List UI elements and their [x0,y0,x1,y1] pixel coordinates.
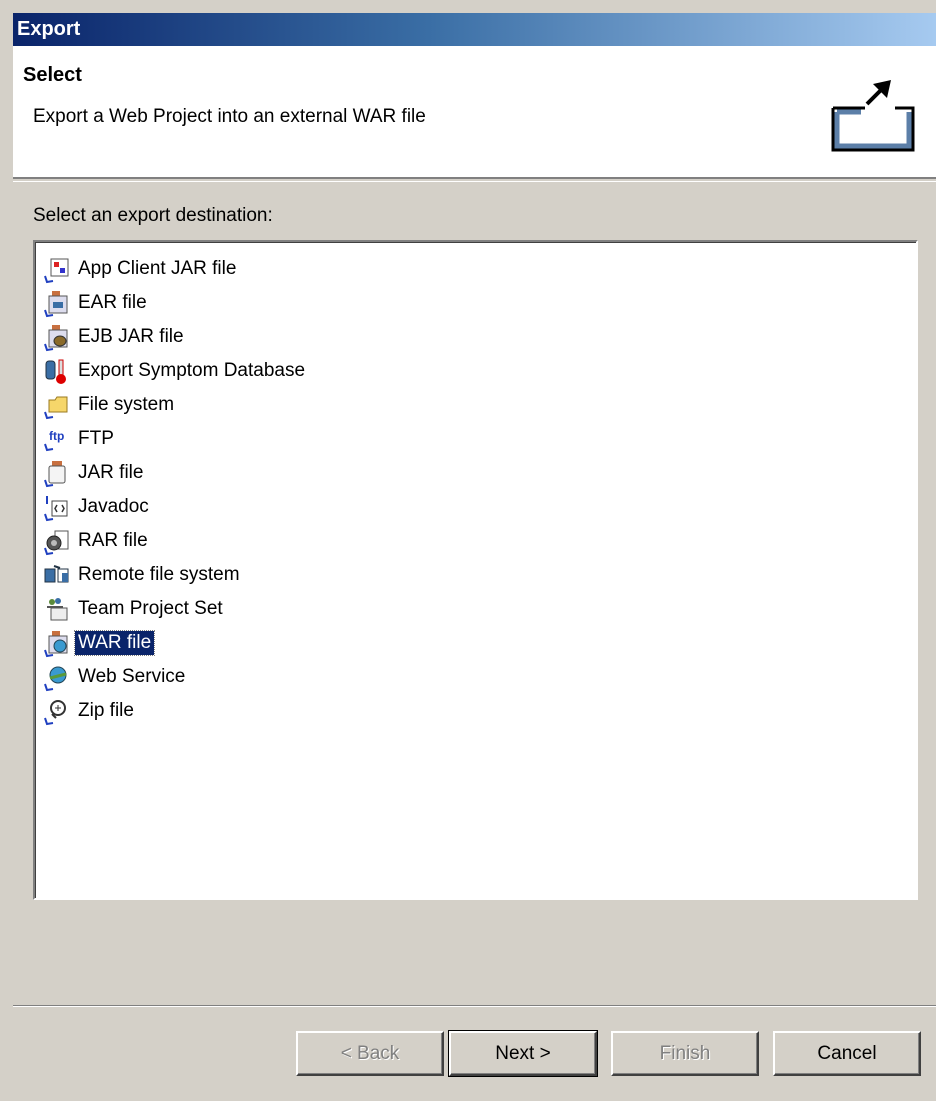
list-item-label: Export Symptom Database [78,360,306,381]
list-item-label: WAR file [73,630,156,656]
list-item-jar-file[interactable]: JAR file [41,456,308,490]
list-item-ejb-jar[interactable]: EJB JAR file [41,320,308,354]
list-item-remote-file-system[interactable]: Remote file system [41,558,308,592]
list-item-export-symptom-database[interactable]: Export Symptom Database [41,354,308,388]
list-item-zip-file[interactable]: Zip file [41,694,308,728]
list-item-label: RAR file [78,530,148,551]
jar-file-icon [41,458,75,488]
list-item-label: Team Project Set [78,598,223,619]
remote-file-system-icon [41,560,75,590]
app-client-jar-icon [41,254,75,284]
page-description: Export a Web Project into an external WA… [33,106,426,127]
list-item-file-system[interactable]: File system [41,388,308,422]
list-item-ear-file[interactable]: EAR file [41,286,308,320]
list-item-team-project-set[interactable]: Team Project Set [41,592,308,626]
back-button[interactable]: < Back [296,1031,444,1076]
war-file-icon [41,628,75,658]
list-item-label: Remote file system [78,564,240,585]
destination-list[interactable]: App Client JAR file EAR file EJB JAR fil… [33,240,918,900]
list-item-label: Web Service [78,666,186,687]
list-item-javadoc[interactable]: Javadoc [41,490,308,524]
page-title: Select [23,64,82,86]
header-divider [13,181,936,182]
list-item-war-file[interactable]: WAR file [41,626,308,660]
ftp-icon: ftp [41,424,75,454]
list-item-app-client-jar[interactable]: App Client JAR file [41,252,308,286]
window-title-bar[interactable]: Export [13,13,936,46]
cancel-button[interactable]: Cancel [773,1031,921,1076]
list-item-label: Javadoc [78,496,149,517]
list-item-rar-file[interactable]: RAR file [41,524,308,558]
wizard-header: Select Export a Web Project into an exte… [13,46,936,179]
list-item-label: EAR file [78,292,147,313]
list-item-web-service[interactable]: Web Service [41,660,308,694]
symptom-database-icon [41,356,75,386]
list-item-label: App Client JAR file [78,258,237,279]
zip-file-icon [41,696,75,726]
list-item-ftp[interactable]: ftp FTP [41,422,308,456]
ejb-jar-icon [41,322,75,352]
export-wizard-icon [825,80,921,160]
list-item-label: Zip file [78,700,134,721]
button-bar-divider-highlight [13,1006,936,1007]
list-item-label: JAR file [78,462,144,483]
svg-text:ftp: ftp [49,429,64,443]
finish-button[interactable]: Finish [611,1031,759,1076]
javadoc-icon [41,492,75,522]
rar-file-icon [41,526,75,556]
destination-label: Select an export destination: [33,205,273,226]
next-button[interactable]: Next > [448,1030,598,1077]
window-title: Export [17,18,81,40]
list-item-label: File system [78,394,175,415]
web-service-icon [41,662,75,692]
list-item-label: EJB JAR file [78,326,184,347]
list-item-label: FTP [78,428,114,449]
team-project-set-icon [41,594,75,624]
folder-icon [41,390,75,420]
ear-file-icon [41,288,75,318]
